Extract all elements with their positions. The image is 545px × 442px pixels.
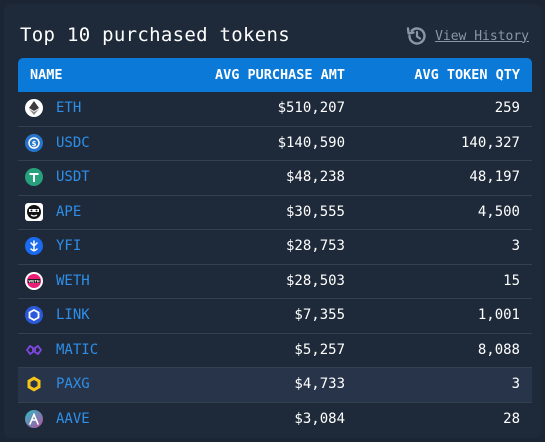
table-row[interactable]: PAXG $4,733 3 bbox=[18, 368, 532, 403]
top-tokens-panel: Top 10 purchased tokens View History NAM… bbox=[4, 4, 541, 438]
avg-token-qty: 28 bbox=[503, 410, 520, 427]
avg-token-qty: 3 bbox=[511, 238, 520, 254]
token-symbol: LINK bbox=[56, 307, 90, 323]
avg-purchase-amt: $140,590 bbox=[277, 134, 345, 151]
avg-purchase-amt: $510,207 bbox=[277, 100, 345, 116]
panel-header: Top 10 purchased tokens View History bbox=[20, 24, 529, 50]
avg-purchase-amt: $4,733 bbox=[294, 376, 345, 392]
avg-token-qty: 1,001 bbox=[477, 307, 520, 323]
svg-text:WETH: WETH bbox=[28, 279, 39, 283]
view-history-label[interactable]: View History bbox=[435, 29, 529, 44]
table-row[interactable]: APE $30,555 4,500 bbox=[18, 195, 532, 230]
avg-purchase-amt: $7,355 bbox=[294, 307, 345, 323]
token-symbol: ETH bbox=[56, 100, 82, 116]
paxg-icon bbox=[25, 375, 43, 393]
table-row[interactable]: YFI $28,753 3 bbox=[18, 230, 532, 265]
avg-purchase-amt: $28,753 bbox=[285, 238, 345, 254]
weth-icon: WETH bbox=[25, 271, 43, 290]
table-body: ETH $510,207 259 $ USDC $140,590 140,327… bbox=[18, 92, 532, 436]
avg-purchase-amt: $28,503 bbox=[285, 272, 345, 289]
matic-icon bbox=[25, 341, 43, 359]
avg-token-qty: 48,197 bbox=[469, 169, 520, 185]
avg-purchase-amt: $5,257 bbox=[294, 341, 345, 358]
table-row[interactable]: $ USDC $140,590 140,327 bbox=[18, 126, 532, 161]
panel-title: Top 10 purchased tokens bbox=[20, 24, 290, 46]
avg-token-qty: 4,500 bbox=[477, 203, 520, 220]
table-row[interactable]: LINK $7,355 1,001 bbox=[18, 299, 532, 334]
aave-icon bbox=[25, 409, 43, 428]
avg-token-qty: 8,088 bbox=[477, 341, 520, 358]
svg-text:$: $ bbox=[32, 140, 37, 148]
yfi-icon bbox=[25, 237, 43, 255]
table-row[interactable]: MATIC $5,257 8,088 bbox=[18, 333, 532, 368]
ape-icon bbox=[25, 202, 43, 221]
token-symbol: USDC bbox=[56, 134, 90, 151]
column-header-avg-purchase-amt[interactable]: AVG PURCHASE AMT bbox=[215, 67, 345, 83]
view-history-link[interactable]: View History bbox=[405, 24, 529, 48]
column-header-avg-token-qty[interactable]: AVG TOKEN QTY bbox=[414, 67, 520, 83]
avg-purchase-amt: $48,238 bbox=[285, 169, 345, 185]
token-symbol: APE bbox=[56, 203, 82, 220]
token-symbol: YFI bbox=[56, 238, 82, 254]
avg-purchase-amt: $3,084 bbox=[294, 410, 345, 427]
table-row[interactable]: USDT $48,238 48,197 bbox=[18, 161, 532, 196]
token-symbol: MATIC bbox=[56, 341, 99, 358]
history-icon bbox=[406, 27, 426, 45]
table-header: NAME AVG PURCHASE AMT AVG TOKEN QTY bbox=[18, 58, 532, 92]
table-row[interactable]: AAVE $3,084 28 bbox=[18, 402, 532, 436]
avg-token-qty: 140,327 bbox=[460, 134, 520, 151]
column-header-name[interactable]: NAME bbox=[30, 67, 63, 83]
usdc-icon: $ bbox=[25, 133, 43, 152]
avg-purchase-amt: $30,555 bbox=[285, 203, 345, 220]
avg-token-qty: 259 bbox=[494, 100, 520, 116]
table-row[interactable]: WETH WETH $28,503 15 bbox=[18, 264, 532, 299]
eth-icon bbox=[25, 99, 43, 117]
table-row[interactable]: ETH $510,207 259 bbox=[18, 92, 532, 127]
link-icon bbox=[25, 306, 43, 324]
token-symbol: WETH bbox=[56, 272, 90, 289]
token-symbol: USDT bbox=[56, 169, 90, 185]
usdt-icon bbox=[25, 168, 43, 186]
avg-token-qty: 3 bbox=[511, 376, 520, 392]
avg-token-qty: 15 bbox=[503, 272, 520, 289]
token-symbol: AAVE bbox=[56, 410, 90, 427]
token-symbol: PAXG bbox=[56, 376, 90, 392]
